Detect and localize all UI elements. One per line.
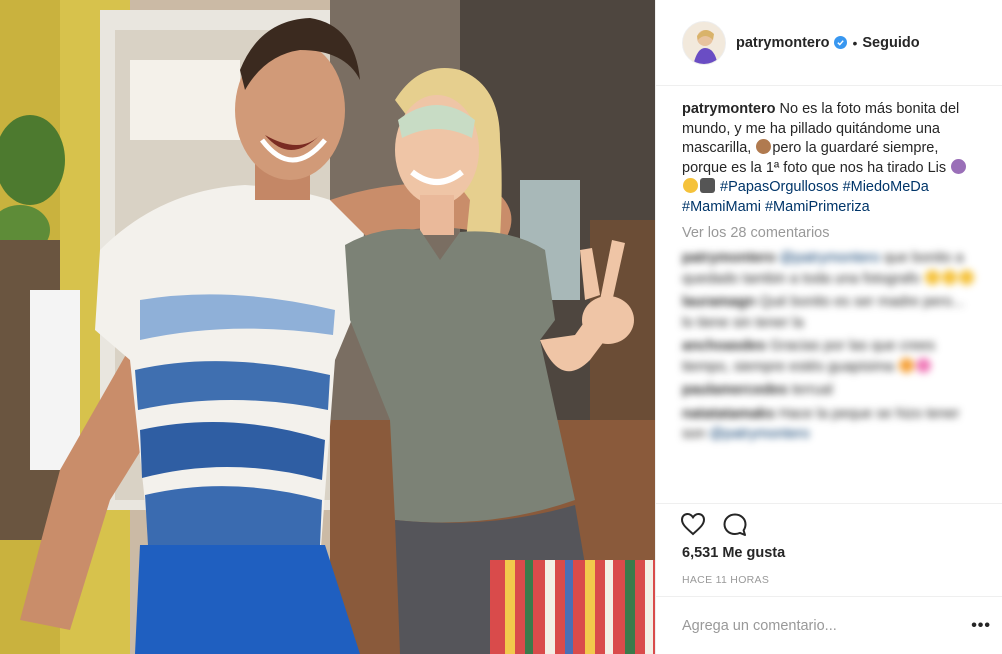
comment-item: lauramagn Qué bonito es ser madre pero..… bbox=[682, 292, 978, 333]
comment-icon[interactable] bbox=[722, 512, 748, 543]
camera-emoji-icon bbox=[700, 178, 715, 193]
comment-username[interactable]: anchoasdes bbox=[682, 338, 766, 354]
header-username[interactable]: patrymontero bbox=[736, 35, 829, 51]
caption-username[interactable]: patrymontero bbox=[682, 101, 775, 117]
comment-username[interactable]: paulamercedes bbox=[682, 382, 788, 398]
emoji-icon bbox=[899, 357, 914, 373]
post-photo[interactable] bbox=[0, 0, 655, 654]
comment-item: paulamercedes terrual bbox=[682, 380, 978, 401]
laughing-emoji-icon bbox=[683, 178, 698, 193]
likes-count[interactable]: 6,531 Me gusta bbox=[682, 545, 785, 561]
comment-item: patrymontero @patrymontero que bonito a … bbox=[682, 248, 978, 289]
verified-badge-icon bbox=[834, 36, 848, 49]
comment-mention[interactable]: @patrymontero bbox=[780, 250, 880, 266]
post-actions bbox=[656, 503, 1002, 543]
emoji-icon bbox=[924, 269, 940, 285]
emoji-icon bbox=[916, 357, 931, 373]
post-header: patrymontero • Seguido bbox=[656, 0, 1002, 86]
comment-list: patrymontero @patrymontero que bonito a … bbox=[656, 241, 1002, 445]
comment-username[interactable]: natatatamaks bbox=[682, 406, 775, 422]
add-comment-section: ••• bbox=[656, 596, 1002, 654]
add-comment-input[interactable] bbox=[682, 617, 972, 634]
baby-emoji-icon bbox=[951, 158, 967, 174]
photo-illustration bbox=[0, 0, 655, 654]
view-all-comments-link[interactable]: Ver los 28 comentarios bbox=[656, 217, 1002, 241]
comment-username[interactable]: lauramagn bbox=[682, 294, 755, 310]
comment-item: anchoasdes Gracias por las que crees tie… bbox=[682, 336, 978, 377]
hashtag-link[interactable]: #MamiPrimeriza bbox=[765, 199, 870, 215]
emoji-icon bbox=[958, 269, 974, 285]
more-options-icon[interactable]: ••• bbox=[971, 617, 991, 635]
post-timestamp: HACE 11 HORAS bbox=[682, 574, 770, 586]
hashtag-link[interactable]: #MamiMami bbox=[682, 199, 761, 215]
emoji-icon bbox=[941, 269, 957, 285]
hashtag-link[interactable]: #MiedoMeDa bbox=[843, 179, 929, 195]
comment-text: terrual bbox=[791, 382, 833, 398]
header-separator: • bbox=[852, 34, 858, 51]
post-sidebar: patrymontero • Seguido patrymontero No e… bbox=[655, 0, 1002, 654]
post-caption: patrymontero No es la foto más bonita de… bbox=[656, 86, 1002, 217]
avatar-image bbox=[683, 21, 725, 64]
heart-icon[interactable] bbox=[680, 512, 706, 543]
follow-status-button[interactable]: Seguido bbox=[862, 35, 919, 51]
comment-item: natatatamaks Hace la peque se hizo tener… bbox=[682, 404, 978, 445]
hashtag-link[interactable]: #PapasOrgullosos bbox=[720, 179, 839, 195]
comment-mention[interactable]: @patrymontero bbox=[709, 426, 809, 442]
comment-username[interactable]: patrymontero bbox=[682, 250, 775, 266]
avatar[interactable] bbox=[682, 20, 726, 65]
monkey-emoji-icon bbox=[756, 139, 772, 154]
